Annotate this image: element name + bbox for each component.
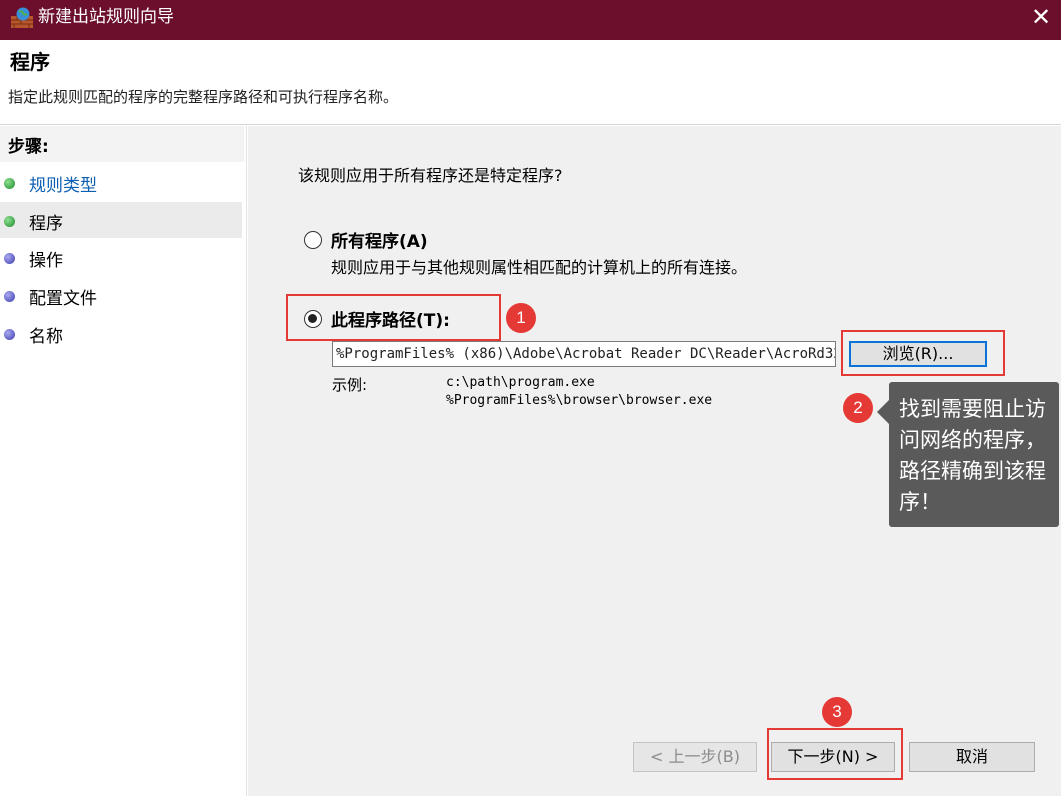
step-rule-type[interactable]: 规则类型 — [0, 164, 242, 200]
title-bar: 新建出站规则向导 ✕ — [0, 0, 1061, 40]
step-green-dot-icon — [4, 178, 15, 189]
step-blue-dot-icon — [4, 253, 15, 264]
highlight-box-browse — [841, 330, 1005, 376]
step-program: 程序 — [0, 202, 242, 238]
example-line: %ProgramFiles%\browser\browser.exe — [446, 393, 713, 408]
question-text: 该规则应用于所有程序还是特定程序? — [298, 166, 563, 185]
all-programs-radio[interactable] — [304, 231, 322, 249]
firewall-app-icon — [11, 7, 33, 28]
step-badge-3: 3 — [822, 697, 852, 727]
example-values: c:\path\program.exe %ProgramFiles%\browse… — [446, 374, 712, 410]
step-green-dot-icon — [4, 216, 15, 227]
step-action: 操作 — [0, 239, 242, 275]
cancel-button[interactable]: 取消 — [909, 742, 1035, 772]
page-description: 指定此规则匹配的程序的完整程序路径和可执行程序名称。 — [8, 88, 399, 106]
step-badge-2: 2 — [843, 393, 873, 423]
step-label[interactable]: 规则类型 — [29, 171, 97, 196]
all-programs-description: 规则应用于与其他规则属性相匹配的计算机上的所有连接。 — [331, 258, 748, 277]
instruction-tooltip: 找到需要阻止访问网络的程序，路径精确到该程序！ — [877, 382, 1059, 527]
step-badge-1: 1 — [506, 303, 536, 333]
highlight-box-program-path — [286, 294, 501, 341]
close-icon[interactable]: ✕ — [1024, 2, 1058, 36]
wizard-header: 程序 指定此规则匹配的程序的完整程序路径和可执行程序名称。 — [0, 40, 1061, 125]
back-button[interactable]: < 上一步(B) — [633, 742, 757, 772]
step-label: 配置文件 — [29, 289, 97, 309]
tooltip-text: 找到需要阻止访问网络的程序，路径精确到该程序！ — [899, 398, 1046, 514]
step-blue-dot-icon — [4, 291, 15, 302]
page-title: 程序 — [10, 50, 50, 74]
step-profile: 配置文件 — [0, 277, 242, 313]
example-label: 示例: — [332, 376, 368, 394]
highlight-box-next — [767, 728, 903, 780]
steps-label: 步骤: — [8, 137, 49, 157]
step-label: 操作 — [29, 251, 63, 271]
steps-sidebar: 步骤: 规则类型 程序 操作 配置文件 名称 — [0, 126, 247, 796]
window-title: 新建出站规则向导 — [38, 7, 174, 27]
step-label: 程序 — [29, 214, 63, 234]
step-blue-dot-icon — [4, 329, 15, 340]
step-name: 名称 — [0, 315, 242, 351]
program-path-input[interactable]: %ProgramFiles% (x86)\Adobe\Acrobat Reade… — [332, 341, 836, 367]
step-label: 名称 — [29, 327, 63, 347]
all-programs-label[interactable]: 所有程序(A) — [331, 227, 428, 252]
tooltip-arrow — [877, 400, 889, 424]
example-line: c:\path\program.exe — [446, 375, 595, 390]
